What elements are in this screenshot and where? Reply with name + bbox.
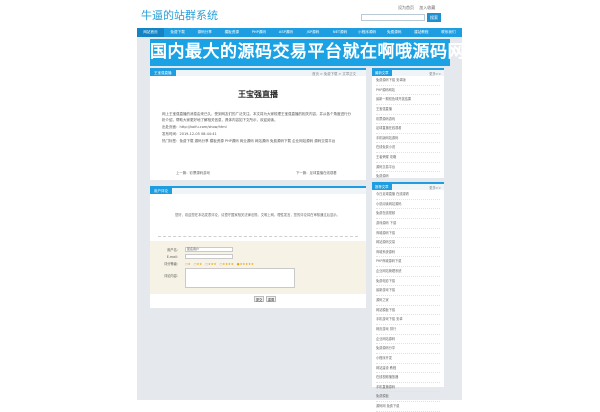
sidebar-list-item[interactable]: 小说阅读网站源码: [376, 200, 440, 210]
sidebar-list-item[interactable]: 网站建设 教程: [376, 364, 440, 374]
comment-panel: 用户评论 您好，欢迎您在本站发表评论，请遵守国家相关法律法规，文明上网，理性发言…: [150, 186, 366, 308]
nav-item[interactable]: ASP源码: [272, 28, 299, 37]
sidebar-list-item[interactable]: 王宝强直播: [376, 105, 440, 115]
article-source[interactable]: 出处页面：http://koifu.com/show/html: [162, 125, 354, 131]
content-textarea[interactable]: [185, 268, 295, 288]
sidebar-list-item[interactable]: 免费源码: [376, 172, 440, 183]
name-row: 用户名： 匿名用户: [150, 247, 233, 252]
comment-panel-header: 用户评论: [150, 186, 366, 194]
article-panel-header: 王宝强直播 首页 > 免费下载 > 文章正文: [150, 68, 366, 76]
search-button[interactable]: 搜索: [427, 13, 441, 22]
nav-item[interactable]: 模板资源: [218, 28, 245, 37]
article-paragraph: 网上王宝强直播的消息由来已久，受到网友们的广泛关注。本文将为大家梳理王宝强直播的…: [162, 112, 351, 122]
add-favorite-link[interactable]: 加入收藏: [419, 5, 435, 10]
nav-item[interactable]: JSP源码: [299, 28, 326, 37]
sidebar-list-item[interactable]: 最新游戏下载: [376, 286, 440, 297]
sidebar-list-item[interactable]: 源码交易平台: [376, 163, 440, 173]
main-nav: 网站首页 免费下载 源码分享 模板资源 PHP源码 ASP源码 JSP源码 NE…: [137, 28, 462, 37]
nav-item[interactable]: 免费下载: [164, 28, 191, 37]
site-title: 牛逼的站群系统: [141, 9, 218, 22]
set-homepage-link[interactable]: 设为首页: [398, 5, 414, 10]
more-link[interactable]: 更多>>: [429, 185, 441, 190]
nav-item[interactable]: 联系我们: [435, 28, 462, 37]
comment-tab[interactable]: 用户评论: [150, 188, 172, 194]
article-tags: 热门标签：免费下载 源码分享 模板资源 PHP源码 商业源码 网站源码 免费源码…: [162, 138, 336, 143]
promo-banner[interactable]: 国内最大的源码交易平台就在啊哦源码网: [150, 39, 465, 66]
nav-item[interactable]: 免费源码: [381, 28, 408, 37]
sidebar-recommended-header: 推荐文章 更多>>: [372, 182, 444, 190]
sidebar-list-item[interactable]: 网站模板下载: [376, 306, 440, 316]
sidebar-list-item[interactable]: 商城源码下载: [376, 229, 440, 239]
sidebar-latest: 最新文章 更多>> 免费源码下载 安卓版 PHP源码网站 最新一期双色球开奖结果 王宝…: [372, 68, 444, 202]
sidebar-list-item[interactable]: 王者荣耀 攻略: [376, 153, 440, 163]
article-date: 发布时间：2019-12-05 08:44:41: [162, 131, 217, 136]
divider: [158, 236, 358, 237]
sidebar-list-item[interactable]: 商城系统源码: [376, 248, 440, 258]
nav-item[interactable]: 建站教程: [408, 28, 435, 37]
search-input[interactable]: [361, 14, 425, 21]
sidebar-list-item[interactable]: 企业网站管理系统: [376, 267, 440, 277]
sidebar-list-item[interactable]: PHP源码网站: [376, 86, 440, 96]
sidebar-list-item[interactable]: 免费模板: [376, 392, 440, 403]
article-body: 网上王宝强直播的消息由来已久，受到网友们的广泛关注。本文将为大家梳理王宝强直播的…: [150, 112, 366, 144]
name-label: 用户名：: [167, 248, 180, 252]
sidebar-list-item[interactable]: 企业网站源码: [376, 335, 440, 345]
comment-form: 用户名： 匿名用户 E-mail： 评分等级： ○★ ○★★ ○★★★ ○★★★…: [150, 241, 366, 294]
rating-label: 评分等级：: [164, 262, 180, 266]
sidebar-list-item[interactable]: 免费源码分享: [376, 344, 440, 354]
comment-notice: 您好，欢迎您在本站发表评论，请遵守国家相关法律法规，文明上网，理性发言，您的评论…: [175, 213, 340, 217]
sidebar-list-item[interactable]: PHP商城源码下载: [376, 257, 440, 268]
sidebar-list-item[interactable]: 免费源码下载 安卓版: [376, 76, 440, 86]
sidebar-recommended: 推荐文章 更多>> 今日足球直播 在线观看 小说阅读网站源码 免费在线视频 游戏源码 …: [372, 182, 444, 412]
email-input[interactable]: [185, 254, 233, 259]
next-article-link[interactable]: 下一篇：足球直播在线观看: [296, 170, 337, 175]
sidebar-latest-header: 最新文章 更多>>: [372, 68, 444, 76]
email-row: E-mail：: [150, 254, 233, 259]
sidebar-list-item[interactable]: 在线免费小说: [376, 143, 440, 154]
reset-button[interactable]: 重置: [266, 296, 276, 302]
sidebar-list-item[interactable]: 游戏源码 下载: [376, 219, 440, 229]
sidebar-list-item[interactable]: 彩票源码游戏: [376, 115, 440, 125]
content-row: 评论内容：: [150, 268, 295, 288]
nav-item[interactable]: 小程序源码: [354, 28, 381, 37]
header-links: 设为首页 加入收藏: [394, 5, 435, 11]
rating-option-5[interactable]: ●★★★★★: [237, 262, 254, 266]
sidebar-list-item[interactable]: 今日足球直播 在线观看: [376, 190, 440, 200]
more-link[interactable]: 更多>>: [429, 71, 441, 76]
breadcrumb: 首页 > 免费下载 > 文章正文: [312, 71, 356, 76]
article-panel: 王宝强直播 首页 > 免费下载 > 文章正文 王宝强直播 网上王宝强直播的消息由…: [150, 68, 366, 180]
name-input[interactable]: 匿名用户: [185, 247, 233, 252]
sidebar-list-item[interactable]: 免费电影下载: [376, 277, 440, 287]
sidebar-list-item[interactable]: 网站源码交易: [376, 238, 440, 248]
sidebar-list-item[interactable]: 源码网 免费下载: [376, 402, 440, 412]
sidebar-list-item[interactable]: 手机版网站源码: [376, 134, 440, 144]
article-tab[interactable]: 王宝强直播: [150, 70, 176, 76]
nav-item[interactable]: 源码分享: [191, 28, 218, 37]
sidebar-list-item[interactable]: 在线视频播放器: [376, 373, 440, 383]
sidebar-list-item[interactable]: 最新一期双色球开奖结果: [376, 95, 440, 105]
submit-button[interactable]: 提交: [254, 296, 264, 302]
rating-row: 评分等级： ○★ ○★★ ○★★★ ○★★★★ ●★★★★★: [150, 261, 254, 267]
rating-option-4[interactable]: ○★★★★: [220, 262, 234, 266]
sidebar-list-item[interactable]: 手机直播源码: [376, 383, 440, 393]
article-title: 王宝强直播: [238, 90, 278, 99]
sidebar-list-item[interactable]: 网页游戏 排行: [376, 325, 440, 335]
sidebar-list-item[interactable]: 免费在线视频: [376, 209, 440, 219]
nav-item[interactable]: NET源码: [327, 28, 354, 37]
sidebar-list-item[interactable]: 源码之家: [376, 296, 440, 306]
prev-article-link[interactable]: 上一篇：彩票源码游戏: [176, 170, 210, 175]
nav-item[interactable]: 网站首页: [137, 28, 165, 37]
rating-option-2[interactable]: ○★★: [194, 262, 203, 266]
sidebar-list-item[interactable]: 足球直播在线观看: [376, 124, 440, 134]
nav-item[interactable]: PHP源码: [245, 28, 272, 37]
rating-option-3[interactable]: ○★★★: [205, 262, 216, 266]
recommended-list: 今日足球直播 在线观看 小说阅读网站源码 免费在线视频 游戏源码 下载 商城源码下载 网站…: [372, 190, 444, 412]
content-label: 评论内容：: [164, 274, 180, 278]
rating-option-1[interactable]: ○★: [185, 262, 191, 266]
sidebar-list-item[interactable]: 手机游戏下载 安卓: [376, 315, 440, 325]
email-label: E-mail：: [166, 255, 180, 259]
sidebar-list-item[interactable]: 小程序开发: [376, 354, 440, 364]
